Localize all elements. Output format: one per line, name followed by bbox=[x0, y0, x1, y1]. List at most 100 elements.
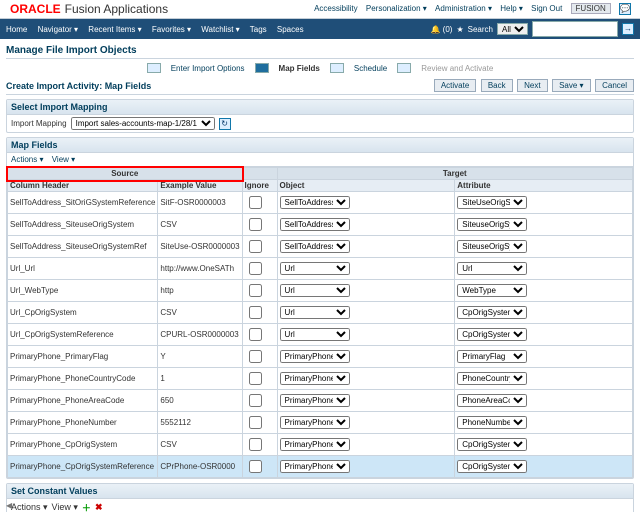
star-icon[interactable]: ★ bbox=[456, 25, 463, 34]
cell-object-select[interactable]: Url bbox=[280, 284, 350, 297]
refresh-icon[interactable]: ↻ bbox=[219, 118, 231, 130]
table-row[interactable]: Url_Urlhttp://www.OneSAThUrlUrl bbox=[8, 258, 633, 280]
cell-object-select[interactable]: SellToAddress bbox=[280, 240, 350, 253]
import-mapping-select[interactable]: Import sales-accounts-map-1/28/1 bbox=[71, 117, 215, 130]
table-row[interactable]: PrimaryPhone_PrimaryFlagYPrimaryPhonePri… bbox=[8, 346, 633, 368]
cell-attribute-select[interactable]: CpOrigSystem bbox=[457, 438, 527, 451]
cell-object-select[interactable]: PrimaryPhone bbox=[280, 372, 350, 385]
cell-attribute-select[interactable]: SiteuseOrigSyst bbox=[457, 240, 527, 253]
table-row[interactable]: PrimaryPhone_PhoneAreaCode650PrimaryPhon… bbox=[8, 390, 633, 412]
cell-attribute-select[interactable]: PrimaryFlag bbox=[457, 350, 527, 363]
activate-button[interactable]: Activate bbox=[434, 79, 476, 92]
cell-ignore[interactable] bbox=[242, 302, 277, 324]
cell-ignore[interactable] bbox=[242, 280, 277, 302]
cell-object-select[interactable]: PrimaryPhone bbox=[280, 394, 350, 407]
table-row[interactable]: PrimaryPhone_CpOrigSystemReferenceCPrPho… bbox=[8, 456, 633, 478]
cell-attribute-select[interactable]: PhoneCountryCo bbox=[457, 372, 527, 385]
cell-column-header: PrimaryPhone_PhoneAreaCode bbox=[8, 390, 158, 412]
delete-icon[interactable]: ✖ bbox=[95, 502, 103, 512]
cell-object-select[interactable]: SellToAddress bbox=[280, 218, 350, 231]
mf-view-menu[interactable]: View ▾ bbox=[52, 155, 75, 164]
nav-tags[interactable]: Tags bbox=[250, 25, 267, 34]
cell-attribute-select[interactable]: SiteuseOrigSystem bbox=[457, 218, 527, 231]
cell-object-select[interactable]: Url bbox=[280, 328, 350, 341]
table-row[interactable]: SellToAddress_SiteuseOrigSystemRefSiteUs… bbox=[8, 236, 633, 258]
cell-column-header: Url_WebType bbox=[8, 280, 158, 302]
next-button[interactable]: Next bbox=[517, 79, 547, 92]
accessibility-link[interactable]: Accessibility bbox=[314, 4, 358, 13]
nav-recent[interactable]: Recent Items ▾ bbox=[88, 25, 141, 34]
chat-icon[interactable]: 💬 bbox=[619, 3, 631, 15]
table-row[interactable]: Url_CpOrigSystemCSVUrlCpOrigSystem bbox=[8, 302, 633, 324]
back-button[interactable]: Back bbox=[481, 79, 513, 92]
table-row[interactable]: PrimaryPhone_PhoneNumber5552112PrimaryPh… bbox=[8, 412, 633, 434]
cell-column-header: PrimaryPhone_CpOrigSystem bbox=[8, 434, 158, 456]
cell-example-value: CPURL-OSR0000003 bbox=[158, 324, 242, 346]
col-attribute: Attribute bbox=[455, 180, 633, 192]
cell-object-select[interactable]: PrimaryPhone bbox=[280, 416, 350, 429]
cell-attribute-select[interactable]: PhoneNumber bbox=[457, 416, 527, 429]
cell-ignore[interactable] bbox=[242, 324, 277, 346]
cell-object-select[interactable]: PrimaryPhone bbox=[280, 438, 350, 451]
cell-example-value: SiteUse-OSR0000003 bbox=[158, 236, 242, 258]
administration-menu[interactable]: Administration ▾ bbox=[435, 4, 492, 13]
cell-ignore[interactable] bbox=[242, 368, 277, 390]
flag-icon[interactable]: 🔔 (0) bbox=[431, 25, 453, 34]
cell-ignore[interactable] bbox=[242, 390, 277, 412]
nav-navigator[interactable]: Navigator ▾ bbox=[38, 25, 78, 34]
cell-attribute-select[interactable]: CpOrigSystemR bbox=[457, 460, 527, 473]
cell-ignore[interactable] bbox=[242, 434, 277, 456]
cell-ignore[interactable] bbox=[242, 456, 277, 478]
table-row[interactable]: SellToAddress_SitOriGSystemReferenceSitF… bbox=[8, 192, 633, 214]
cell-attribute-select[interactable]: PhoneAreaCode bbox=[457, 394, 527, 407]
mf-actions-menu[interactable]: Actions ▾ bbox=[11, 155, 43, 164]
cell-example-value: CSV bbox=[158, 434, 242, 456]
footer-back-icon[interactable]: ◀ bbox=[6, 501, 12, 510]
cv-view-menu[interactable]: View ▾ bbox=[52, 502, 78, 512]
cell-ignore[interactable] bbox=[242, 258, 277, 280]
table-row[interactable]: Url_CpOrigSystemReferenceCPURL-OSR000000… bbox=[8, 324, 633, 346]
cell-attribute-select[interactable]: Url bbox=[457, 262, 527, 275]
table-row[interactable]: SellToAddress_SiteuseOrigSystemCSVSellTo… bbox=[8, 214, 633, 236]
nav-favorites[interactable]: Favorites ▾ bbox=[152, 25, 191, 34]
add-icon[interactable]: ＋ bbox=[82, 501, 91, 512]
cell-ignore[interactable] bbox=[242, 236, 277, 258]
help-menu[interactable]: Help ▾ bbox=[500, 4, 523, 13]
cell-object-select[interactable]: PrimaryPhone bbox=[280, 350, 350, 363]
save-button[interactable]: Save ▾ bbox=[552, 79, 590, 92]
cell-example-value: SitF-OSR0000003 bbox=[158, 192, 242, 214]
signout-link[interactable]: Sign Out bbox=[531, 4, 562, 13]
search-input[interactable] bbox=[532, 21, 618, 37]
cell-object-select[interactable]: PrimaryPhone bbox=[280, 460, 350, 473]
cell-ignore[interactable] bbox=[242, 192, 277, 214]
cell-ignore[interactable] bbox=[242, 214, 277, 236]
cell-column-header: PrimaryPhone_PhoneCountryCode bbox=[8, 368, 158, 390]
cell-attribute-select[interactable]: WebType bbox=[457, 284, 527, 297]
cell-object-select[interactable]: Url bbox=[280, 262, 350, 275]
wiz-step-4: Review and Activate bbox=[421, 64, 493, 73]
cell-attribute-select[interactable]: CpOrigSystem bbox=[457, 306, 527, 319]
wiz-step-1[interactable]: Enter Import Options bbox=[171, 64, 245, 73]
cell-object-select[interactable]: SellToAddress bbox=[280, 196, 350, 209]
brand-logo: ORACLEFusion Applications bbox=[6, 2, 168, 16]
cell-ignore[interactable] bbox=[242, 346, 277, 368]
cv-actions-menu[interactable]: Actions ▾ bbox=[11, 502, 48, 512]
personalization-menu[interactable]: Personalization ▾ bbox=[366, 4, 427, 13]
search-label: Search bbox=[468, 25, 493, 34]
nav-watchlist[interactable]: Watchlist ▾ bbox=[201, 25, 239, 34]
wiz-step-3[interactable]: Schedule bbox=[354, 64, 387, 73]
table-row[interactable]: PrimaryPhone_CpOrigSystemCSV PrimaryPhone… bbox=[8, 434, 633, 456]
cell-attribute-select[interactable]: CpOrigSystemR bbox=[457, 328, 527, 341]
cell-attribute-select[interactable]: SiteUseOrigSystem bbox=[457, 196, 527, 209]
wiz-step-2[interactable]: Map Fields bbox=[279, 64, 320, 73]
cell-example-value: CSV bbox=[158, 302, 242, 324]
table-row[interactable]: PrimaryPhone_PhoneCountryCode1PrimaryPho… bbox=[8, 368, 633, 390]
table-row[interactable]: Url_WebTypehttpUrlWebType bbox=[8, 280, 633, 302]
search-scope[interactable]: All bbox=[497, 23, 528, 35]
search-go-icon[interactable]: → bbox=[622, 23, 634, 35]
cell-object-select[interactable]: Url bbox=[280, 306, 350, 319]
nav-home[interactable]: Home bbox=[6, 25, 27, 34]
cancel-button[interactable]: Cancel bbox=[595, 79, 634, 92]
nav-spaces[interactable]: Spaces bbox=[277, 25, 304, 34]
cell-ignore[interactable] bbox=[242, 412, 277, 434]
